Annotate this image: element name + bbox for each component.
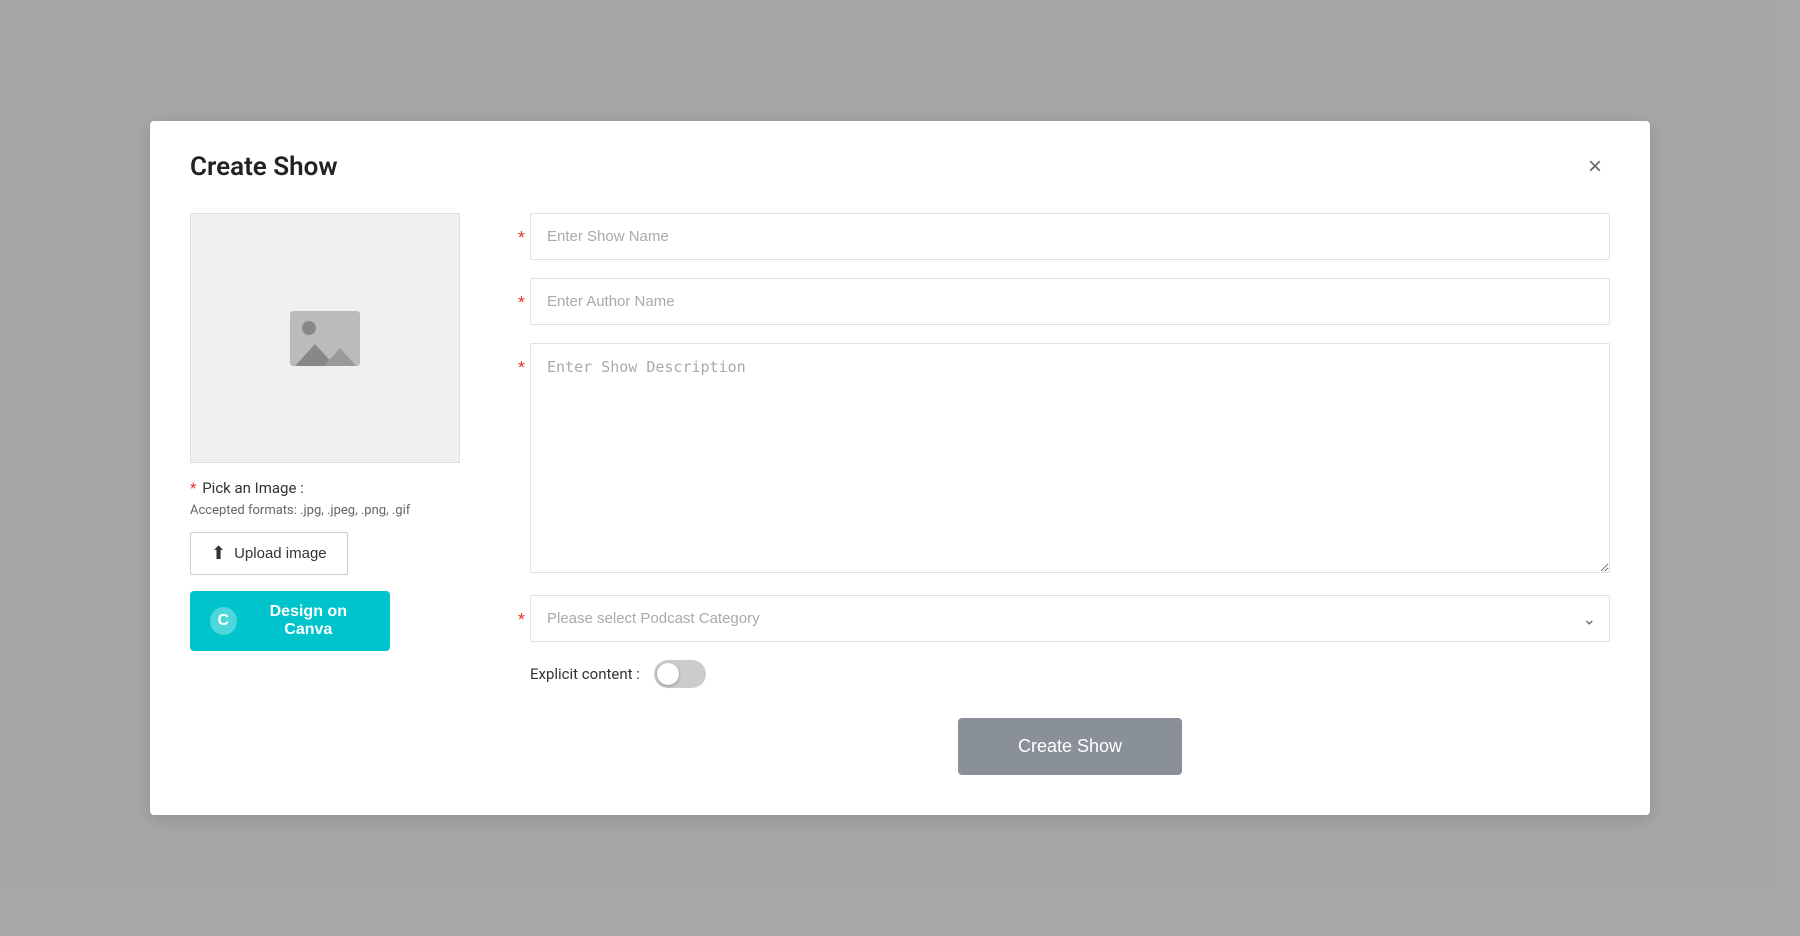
image-placeholder-icon [290, 311, 360, 366]
modal-header: Create Show × [190, 151, 1610, 183]
modal-title: Create Show [190, 152, 338, 182]
category-select-wrapper: Please select Podcast Category ⌄ [530, 595, 1610, 642]
upload-icon: ⬆ [211, 543, 226, 564]
explicit-content-toggle[interactable] [654, 660, 706, 688]
explicit-content-row: Explicit content : [530, 660, 1610, 688]
author-name-group: * [530, 278, 1610, 325]
author-name-input[interactable] [530, 278, 1610, 325]
accepted-formats-text: Accepted formats: .jpg, .jpeg, .png, .gi… [190, 503, 490, 518]
show-name-required: * [518, 227, 525, 246]
author-name-required: * [518, 292, 525, 311]
canva-logo: C [210, 607, 237, 635]
description-group: * [530, 343, 1610, 577]
explicit-content-label: Explicit content : [530, 665, 640, 683]
right-panel: * * * * Please [530, 213, 1610, 775]
submit-area: Create Show [530, 718, 1610, 775]
create-show-button[interactable]: Create Show [958, 718, 1182, 775]
left-panel: * Pick an Image : Accepted formats: .jpg… [190, 213, 490, 775]
description-input[interactable] [530, 343, 1610, 573]
category-select[interactable]: Please select Podcast Category [530, 595, 1610, 642]
close-button[interactable]: × [1580, 151, 1610, 183]
category-required: * [518, 609, 525, 628]
show-name-input[interactable] [530, 213, 1610, 260]
upload-image-button[interactable]: ⬆ Upload image [190, 532, 348, 575]
image-preview [190, 213, 460, 463]
pick-image-label: * Pick an Image : [190, 479, 490, 497]
required-star: * [190, 479, 196, 497]
design-on-canva-button[interactable]: C Design on Canva [190, 591, 390, 651]
description-required: * [518, 357, 525, 376]
category-group: * Please select Podcast Category ⌄ [530, 595, 1610, 642]
modal-body: * Pick an Image : Accepted formats: .jpg… [190, 213, 1610, 775]
modal-overlay: Create Show × * Pick a [0, 0, 1800, 936]
show-name-group: * [530, 213, 1610, 260]
modal-container: Create Show × * Pick a [150, 121, 1650, 815]
